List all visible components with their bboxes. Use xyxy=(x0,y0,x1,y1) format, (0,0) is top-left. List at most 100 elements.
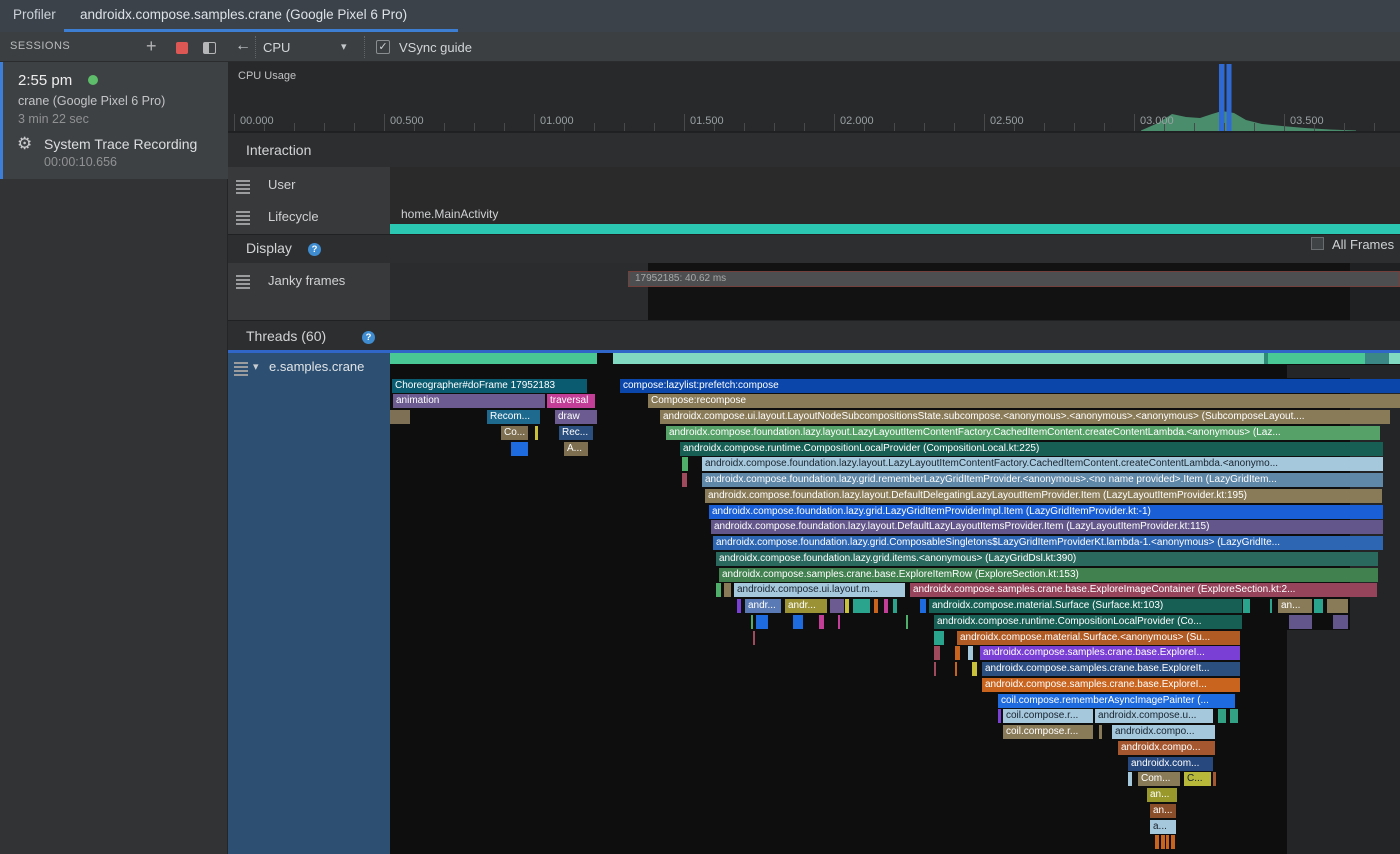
trace-span[interactable]: androidx.compose.foundation.lazy.layout.… xyxy=(666,426,1380,440)
trace-span[interactable]: androidx.compose.foundation.lazy.layout.… xyxy=(711,520,1383,534)
janky-frame-bar[interactable]: 17952185: 40.62 ms xyxy=(628,271,1400,287)
trace-span-sliver[interactable] xyxy=(793,615,803,629)
trace-span-sliver[interactable] xyxy=(972,662,977,676)
trace-span-sliver[interactable] xyxy=(1171,835,1175,849)
trace-span-sliver[interactable] xyxy=(874,599,878,613)
trace-span-sliver[interactable] xyxy=(737,599,741,613)
trace-span-sliver[interactable] xyxy=(1333,615,1348,629)
trace-span[interactable]: androidx.compo... xyxy=(1112,725,1215,739)
trace-span-sliver[interactable] xyxy=(1243,599,1250,613)
trace-span[interactable]: andr... xyxy=(745,599,781,613)
trace-span[interactable]: Recom... xyxy=(487,410,540,424)
profiler-menu[interactable]: Profiler xyxy=(13,7,56,22)
trace-span-sliver[interactable] xyxy=(1230,709,1238,723)
trace-span-sliver[interactable] xyxy=(968,646,973,660)
row-label-user[interactable]: User xyxy=(268,177,295,192)
trace-span-sliver[interactable] xyxy=(724,583,731,597)
trace-span[interactable]: androidx.compose.runtime.CompositionLoca… xyxy=(680,442,1383,456)
trace-span[interactable]: coil.compose.rememberAsyncImagePainter (… xyxy=(998,694,1235,708)
trace-span-sliver[interactable] xyxy=(1270,599,1272,613)
trace-span[interactable]: coil.compose.r... xyxy=(1003,709,1093,723)
trace-span[interactable]: androidx.compo... xyxy=(1118,741,1215,755)
lifecycle-activity-bar[interactable] xyxy=(390,224,1400,234)
drag-handle-icon[interactable] xyxy=(236,180,250,194)
trace-span-sliver[interactable] xyxy=(884,599,888,613)
trace-span-sliver[interactable] xyxy=(955,646,960,660)
trace-span-sliver[interactable] xyxy=(753,631,755,645)
trace-span[interactable]: Com... xyxy=(1138,772,1180,786)
trace-span-sliver[interactable] xyxy=(934,662,936,676)
trace-span-sliver[interactable] xyxy=(511,442,528,456)
trace-span-sliver[interactable] xyxy=(838,615,840,629)
row-label-janky-frames[interactable]: Janky frames xyxy=(268,273,345,288)
trace-span[interactable]: Rec... xyxy=(559,426,593,440)
trace-span[interactable]: animation xyxy=(393,394,545,408)
trace-span[interactable]: androidx.compose.foundation.lazy.layout.… xyxy=(705,489,1382,503)
stop-recording-icon[interactable] xyxy=(176,42,188,54)
trace-span[interactable]: androidx.compose.runtime.CompositionLoca… xyxy=(934,615,1242,629)
add-session-icon[interactable]: + xyxy=(146,36,157,57)
chevron-down-icon[interactable]: ▾ xyxy=(253,360,259,373)
trace-span[interactable]: an... xyxy=(1278,599,1312,613)
trace-span[interactable]: andr... xyxy=(785,599,827,613)
trace-span[interactable]: an... xyxy=(1150,804,1176,818)
collapse-panel-icon[interactable] xyxy=(203,42,216,54)
trace-span-sliver[interactable] xyxy=(955,662,957,676)
drag-handle-icon[interactable] xyxy=(234,362,248,376)
trace-span[interactable]: androidx.compose.samples.crane.base.Expl… xyxy=(719,568,1378,582)
trace-span-sliver[interactable] xyxy=(1155,835,1159,849)
trace-span[interactable]: androidx.compose.ui.layout.m... xyxy=(734,583,905,597)
trace-span-sliver[interactable] xyxy=(682,473,687,487)
back-arrow-icon[interactable]: ← xyxy=(235,37,251,55)
trace-span-sliver[interactable] xyxy=(756,615,768,629)
trace-span-sliver[interactable] xyxy=(1314,599,1323,613)
drag-handle-icon[interactable] xyxy=(236,211,250,225)
trace-span-sliver[interactable] xyxy=(934,631,944,645)
trace-span[interactable]: androidx.compose.samples.crane.base.Expl… xyxy=(980,646,1240,660)
trace-span-sliver[interactable] xyxy=(1218,709,1226,723)
trace-span[interactable]: C... xyxy=(1184,772,1211,786)
trace-span-sliver[interactable] xyxy=(390,410,410,424)
trace-span[interactable]: draw xyxy=(555,410,597,424)
trace-span-sliver[interactable] xyxy=(1128,772,1132,786)
help-icon[interactable]: ? xyxy=(308,243,321,256)
trace-span[interactable]: Compose:recompose xyxy=(648,394,1400,408)
all-frames-checkbox[interactable] xyxy=(1311,237,1324,250)
trace-span[interactable]: coil.compose.r... xyxy=(1003,725,1093,739)
trace-span[interactable]: androidx.compose.foundation.lazy.grid.re… xyxy=(702,473,1383,487)
trace-span-sliver[interactable] xyxy=(751,615,753,629)
trace-span[interactable]: an... xyxy=(1147,788,1177,802)
trace-span-sliver[interactable] xyxy=(853,599,870,613)
trace-span[interactable]: androidx.compose.u... xyxy=(1095,709,1213,723)
trace-span[interactable]: androidx.compose.foundation.lazy.grid.it… xyxy=(716,552,1378,566)
trace-span[interactable]: androidx.compose.foundation.lazy.grid.Co… xyxy=(713,536,1383,550)
trace-span[interactable]: Choreographer#doFrame 17952183 xyxy=(392,379,587,393)
trace-span-sliver[interactable] xyxy=(716,583,721,597)
trace-span[interactable]: androidx.compose.foundation.lazy.grid.La… xyxy=(709,505,1383,519)
trace-span[interactable]: androidx.compose.material.Surface (Surfa… xyxy=(929,599,1242,613)
trace-span[interactable]: Co... xyxy=(501,426,528,440)
trace-span-sliver[interactable] xyxy=(535,426,538,440)
vsync-guide-checkbox[interactable]: ✓ xyxy=(376,40,390,54)
trace-span[interactable]: compose:lazylist:prefetch:compose xyxy=(620,379,1400,393)
trace-span-sliver[interactable] xyxy=(1327,599,1348,613)
cpu-view-dropdown[interactable]: CPU xyxy=(263,40,290,55)
drag-handle-icon[interactable] xyxy=(236,275,250,289)
trace-span[interactable]: androidx.compose.samples.crane.base.Expl… xyxy=(982,662,1240,676)
trace-span[interactable]: androidx.compose.samples.crane.base.Expl… xyxy=(910,583,1377,597)
trace-span[interactable]: androidx.compose.material.Surface.<anony… xyxy=(957,631,1240,645)
trace-span-sliver[interactable] xyxy=(845,599,849,613)
trace-span[interactable]: androidx.com... xyxy=(1128,757,1213,771)
row-label-lifecycle[interactable]: Lifecycle xyxy=(268,209,319,224)
trace-span[interactable]: androidx.compose.samples.crane.base.Expl… xyxy=(982,678,1240,692)
trace-span[interactable]: traversal xyxy=(547,394,595,408)
trace-span-sliver[interactable] xyxy=(1161,835,1165,849)
recording-type[interactable]: System Trace Recording xyxy=(44,136,197,152)
trace-span-sliver[interactable] xyxy=(1213,772,1216,786)
trace-span-sliver[interactable] xyxy=(893,599,897,613)
trace-span-sliver[interactable] xyxy=(682,457,688,471)
trace-span-sliver[interactable] xyxy=(998,709,1001,723)
trace-span[interactable]: androidx.compose.foundation.lazy.layout.… xyxy=(702,457,1383,471)
trace-span-sliver[interactable] xyxy=(819,615,824,629)
trace-span[interactable]: a... xyxy=(1150,820,1176,834)
